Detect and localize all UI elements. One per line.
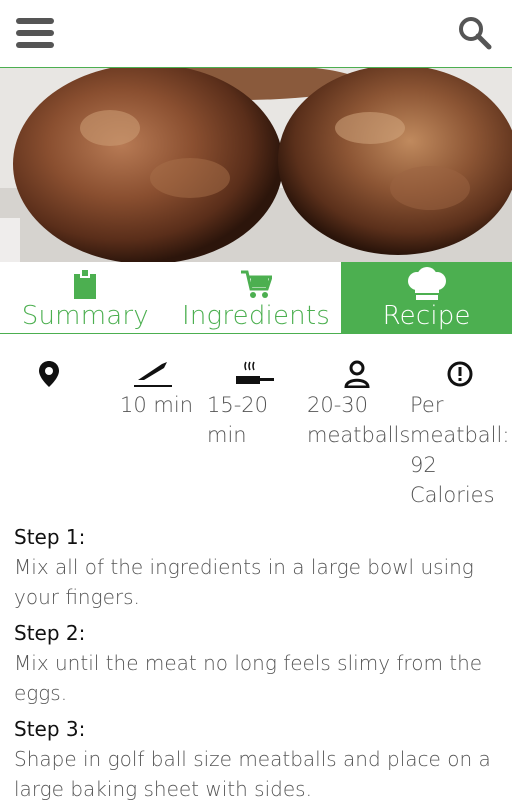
alert-circle-icon — [447, 360, 473, 388]
tab-ingredients[interactable]: Ingredients — [171, 262, 342, 334]
servings: 20-30 meatballs — [307, 393, 411, 447]
step-text: Mix until the meat no long feels slimy f… — [14, 651, 483, 705]
app-bar — [0, 0, 512, 68]
step-2: Step 2: Mix until the meat no long feels… — [14, 618, 500, 708]
prep-time: 10 min — [120, 393, 193, 417]
chef-hat-icon — [407, 267, 447, 300]
recipe-steps: Step 1: Mix all of the ingredients in a … — [14, 522, 500, 810]
step-3: Step 3: Shape in golf ball size meatball… — [14, 714, 500, 804]
search-icon[interactable] — [458, 16, 492, 50]
tab-summary[interactable]: Summary — [0, 262, 171, 334]
tab-recipe-label: Recipe — [382, 301, 471, 331]
tab-recipe[interactable]: Recipe — [341, 262, 512, 334]
menu-icon[interactable] — [16, 18, 54, 48]
recipe-tabs: Summary Ingredients Recipe — [0, 262, 512, 334]
step-1: Step 1: Mix all of the ingredients in a … — [14, 522, 500, 612]
clipboard-icon — [73, 268, 97, 300]
cart-icon — [240, 268, 272, 300]
cook-time: 15-20 min — [207, 393, 269, 447]
step-text: Shape in golf ball size meatballs and pl… — [14, 747, 491, 801]
location-pin-icon — [36, 360, 62, 388]
step-title: Step 3: — [14, 717, 86, 741]
step-text: Mix all of the ingredients in a large bo… — [14, 555, 474, 609]
calories: Per meatball: 92 Calories — [410, 393, 510, 507]
tab-summary-label: Summary — [21, 301, 149, 331]
person-icon — [344, 360, 370, 388]
recipe-photo — [0, 68, 512, 262]
recipe-info: 10 min 15-20 min 20-30 meatballs Per mea… — [0, 360, 512, 510]
tab-ingredients-label: Ingredients — [181, 301, 330, 331]
step-title: Step 1: — [14, 525, 86, 549]
frying-pan-icon — [236, 360, 274, 388]
step-title: Step 2: — [14, 621, 86, 645]
knife-icon — [134, 360, 172, 388]
